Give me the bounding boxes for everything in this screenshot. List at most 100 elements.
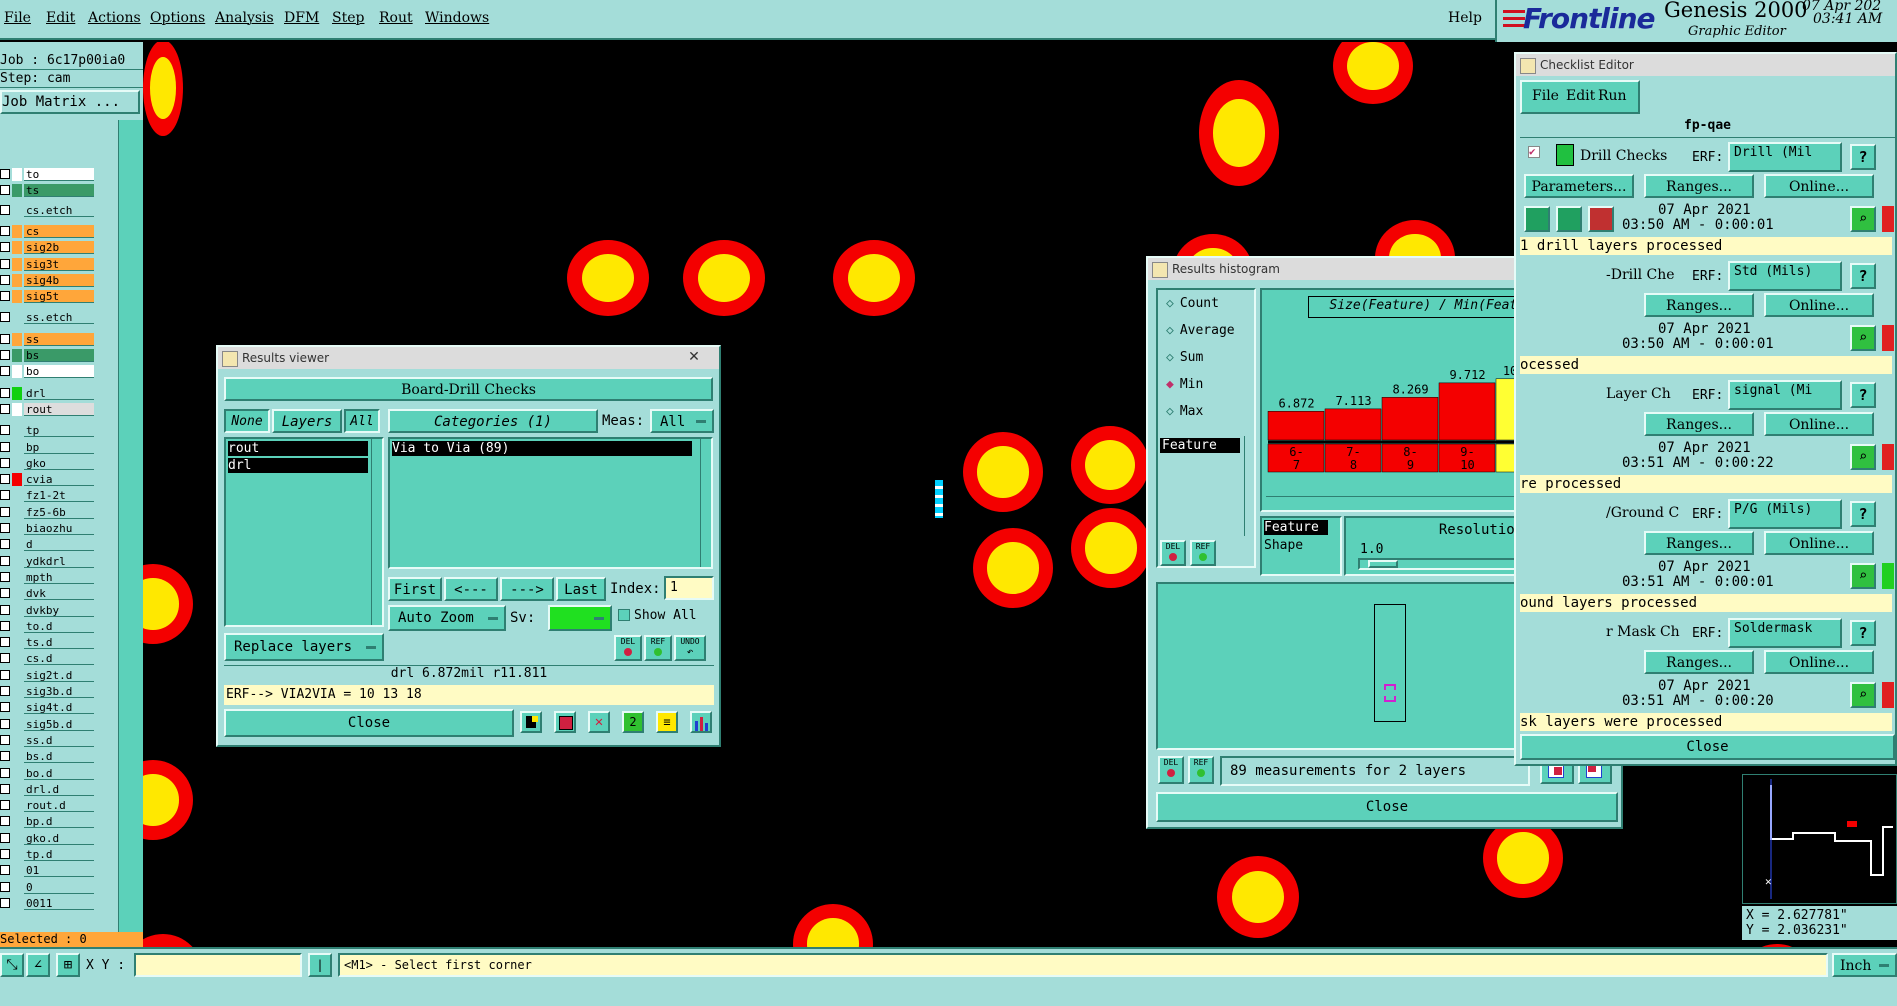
layer-name[interactable]: biaozhu [24,522,94,535]
zoom-icon[interactable]: ⌕ [1850,206,1876,232]
layer-row-dvk[interactable]: dvk [0,587,118,601]
ref-button[interactable]: REF [644,635,672,661]
layer-name[interactable]: sig3t [24,257,94,271]
zoom-icon[interactable]: ⌕ [1850,325,1876,351]
layer-item-rout[interactable]: rout [228,441,368,456]
online-button[interactable]: Online... [1764,650,1874,674]
layer-row-bo.d[interactable]: bo.d [0,766,118,780]
layer-color-swatch[interactable] [12,864,22,878]
zoom-icon[interactable]: ⌕ [1850,444,1876,470]
layer-color-swatch[interactable] [12,184,22,198]
erf-select[interactable]: Soldermask [1728,618,1842,648]
layer-row-ss[interactable]: ss [0,332,118,346]
layer-checkbox[interactable] [0,897,10,908]
checklist-menu-file[interactable]: File [1532,88,1559,104]
layer-checkbox[interactable] [0,506,10,517]
layer-checkbox[interactable] [0,751,10,762]
layer-checkbox[interactable] [0,865,10,876]
layer-row-gko.d[interactable]: gko.d [0,831,118,845]
layer-name[interactable]: 01 [24,864,94,878]
categories-vscroll[interactable] [700,439,711,567]
check-name[interactable]: Drill Checks [1580,148,1667,164]
layer-name[interactable]: ts.d [24,636,94,650]
menu-help[interactable]: Help [1448,10,1482,26]
layer-row-0[interactable]: 0 [0,880,118,894]
layer-row-sig4b[interactable]: sig4b [0,273,118,287]
layer-color-swatch[interactable] [12,815,22,829]
layer-name[interactable]: bs [24,349,94,362]
layer-row-d[interactable]: d [0,538,118,552]
layer-color-swatch[interactable] [12,587,22,601]
layer-checkbox[interactable] [0,571,10,582]
layer-row-ts[interactable]: ts [0,184,118,198]
layer-checkbox[interactable] [0,387,10,398]
first-button[interactable]: First [388,577,442,601]
layer-color-swatch[interactable] [12,570,22,584]
layer-color-swatch[interactable] [12,701,22,715]
checklist-titlebar[interactable]: Checklist Editor [1516,54,1895,76]
stat-option-min[interactable]: Min [1166,377,1203,392]
menu-actions[interactable]: Actions [88,10,141,26]
layer-checkbox[interactable] [0,653,10,664]
undo-button[interactable]: UNDO ↶ [674,635,706,661]
layer-checkbox[interactable] [0,588,10,599]
online-button[interactable]: Online... [1764,293,1874,317]
layer-checkbox[interactable] [0,312,10,323]
next-button[interactable]: ---> [500,577,554,601]
menu-step[interactable]: Step [332,10,364,26]
layer-row-bp.d[interactable]: bp.d [0,815,118,829]
layer-row-dvkby[interactable]: dvkby [0,603,118,617]
layer-color-swatch[interactable] [12,241,22,255]
layer-name[interactable]: cs.d [24,652,94,666]
layer-checkbox[interactable] [0,185,10,196]
layer-name[interactable]: fz5-6b [24,505,94,519]
layer-color-swatch[interactable] [12,685,22,698]
layer-row-bs[interactable]: bs [0,349,118,362]
layer-checkbox[interactable] [0,555,10,566]
histogram-bar[interactable] [1438,382,1496,441]
sv-color-select[interactable] [548,605,612,631]
layer-checkbox[interactable] [0,881,10,892]
drill-pad[interactable] [963,432,1043,512]
run-icon-1[interactable] [1524,206,1550,232]
erf-select[interactable]: Drill (Mil [1728,142,1842,172]
layer-row-gko[interactable]: gko [0,456,118,470]
layer-name[interactable]: dvk [24,587,94,601]
layers-listbox[interactable]: rout drl [224,437,384,627]
drill-pad[interactable] [567,240,649,316]
layer-checkbox[interactable] [0,425,10,436]
layer-name[interactable]: ss.d [24,733,94,747]
layer-checkbox[interactable] [0,403,10,414]
layer-color-swatch[interactable] [12,848,22,861]
histogram-bar[interactable] [1381,397,1439,441]
layer-color-swatch[interactable] [12,456,22,470]
prev-button[interactable]: <--- [444,577,498,601]
layer-color-swatch[interactable] [12,386,22,400]
layer-checkbox[interactable] [0,474,10,485]
layer-name[interactable]: bo.d [24,766,94,780]
stat-option-sum[interactable]: Sum [1166,350,1203,365]
layer-row-mpth[interactable]: mpth [0,570,118,584]
checklist-close-button[interactable]: Close [1520,734,1895,760]
layer-color-swatch[interactable] [12,424,22,438]
category-item[interactable]: Via to Via (89) [392,441,692,456]
layer-name[interactable]: ydkdrl [24,554,94,568]
layer-checkbox[interactable] [0,204,10,215]
check-enabled-icon[interactable]: ✔ [1528,146,1540,158]
grid-icon[interactable]: ⊞ [56,953,80,977]
layer-name[interactable]: bp [24,440,94,454]
layer-color-swatch[interactable] [12,799,22,813]
hist-del-button[interactable]: DEL [1160,540,1186,566]
layer-color-swatch[interactable] [12,402,22,416]
layer-row-cvia[interactable]: cvia [0,473,118,487]
left-panel-scrollbar[interactable] [118,120,143,940]
layer-name[interactable]: gko.d [24,831,94,845]
check-name[interactable]: /Ground C [1606,505,1679,521]
meas-select[interactable]: All [650,409,714,433]
layer-checkbox[interactable] [0,274,10,285]
layer-checkbox[interactable] [0,849,10,859]
layer-row-sig3t[interactable]: sig3t [0,257,118,271]
online-button[interactable]: Online... [1764,531,1874,555]
layer-row-sig2b[interactable]: sig2b [0,241,118,255]
layer-row-ss.d[interactable]: ss.d [0,733,118,747]
